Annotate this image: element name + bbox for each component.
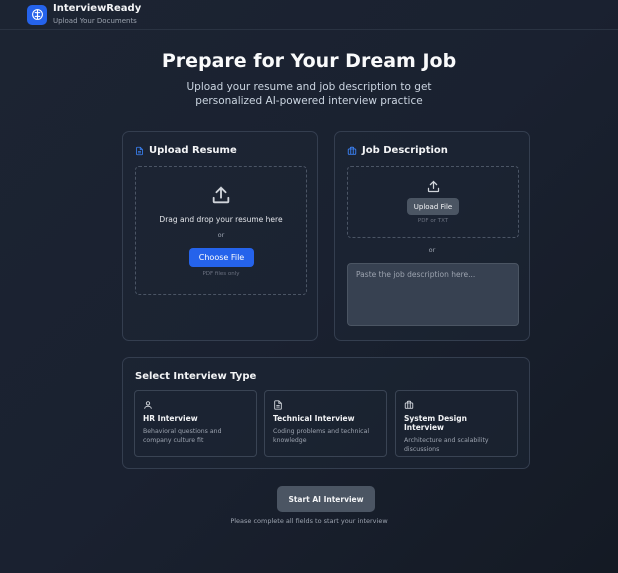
interview-type-title: Select Interview Type — [135, 371, 257, 382]
upload-icon — [210, 184, 232, 206]
job-dropzone[interactable]: Upload File PDF or TXT — [347, 166, 519, 238]
technical-interview-option[interactable]: Technical Interview Coding problems and … — [264, 390, 387, 457]
job-description-card: Job Description Upload File PDF or TXT o… — [334, 131, 530, 341]
app-subtitle: Upload Your Documents — [53, 17, 137, 25]
resume-drop-text: Drag and drop your resume here — [159, 215, 283, 224]
job-file-hint: PDF or TXT — [417, 218, 449, 224]
page-subtitle: Upload your resume and job description t… — [186, 81, 432, 107]
file-code-icon — [273, 400, 378, 410]
hr-interview-option[interactable]: HR Interview Behavioral questions and co… — [134, 390, 257, 457]
page-title: Prepare for Your Dream Job — [161, 50, 457, 72]
option-title: Technical Interview — [273, 414, 355, 423]
resume-file-hint: PDF files only — [202, 271, 240, 277]
user-icon — [143, 400, 248, 410]
option-description: Behavioral questions and company culture… — [143, 428, 222, 444]
option-description: Coding problems and technical knowledge — [273, 428, 370, 444]
job-description-textarea[interactable] — [347, 263, 519, 326]
app-header: InterviewReady Upload Your Documents — [0, 0, 618, 30]
choose-file-button[interactable]: Choose File — [189, 248, 254, 267]
briefcase-icon — [404, 400, 509, 410]
start-interview-button[interactable]: Start AI Interview — [277, 486, 375, 512]
option-description: Architecture and scalability discussions — [404, 437, 489, 453]
briefcase-icon — [347, 146, 357, 156]
job-or-text: or — [428, 246, 436, 254]
upload-icon — [426, 179, 441, 194]
brain-icon — [27, 4, 47, 25]
app-name: InterviewReady — [53, 3, 142, 14]
document-icon — [135, 146, 144, 156]
job-description-title: Job Description — [362, 145, 448, 156]
start-hint-text: Please complete all fields to start your… — [230, 517, 388, 525]
system-design-interview-option[interactable]: System Design Interview Architecture and… — [395, 390, 518, 457]
resume-or-text: or — [217, 231, 225, 239]
option-title: System Design Interview — [404, 414, 467, 432]
upload-file-button[interactable]: Upload File — [407, 198, 459, 215]
option-title: HR Interview — [143, 414, 198, 423]
resume-dropzone[interactable]: Drag and drop your resume here or Choose… — [135, 166, 307, 295]
resume-title: Upload Resume — [149, 145, 237, 156]
resume-card: Upload Resume Drag and drop your resume … — [122, 131, 318, 341]
